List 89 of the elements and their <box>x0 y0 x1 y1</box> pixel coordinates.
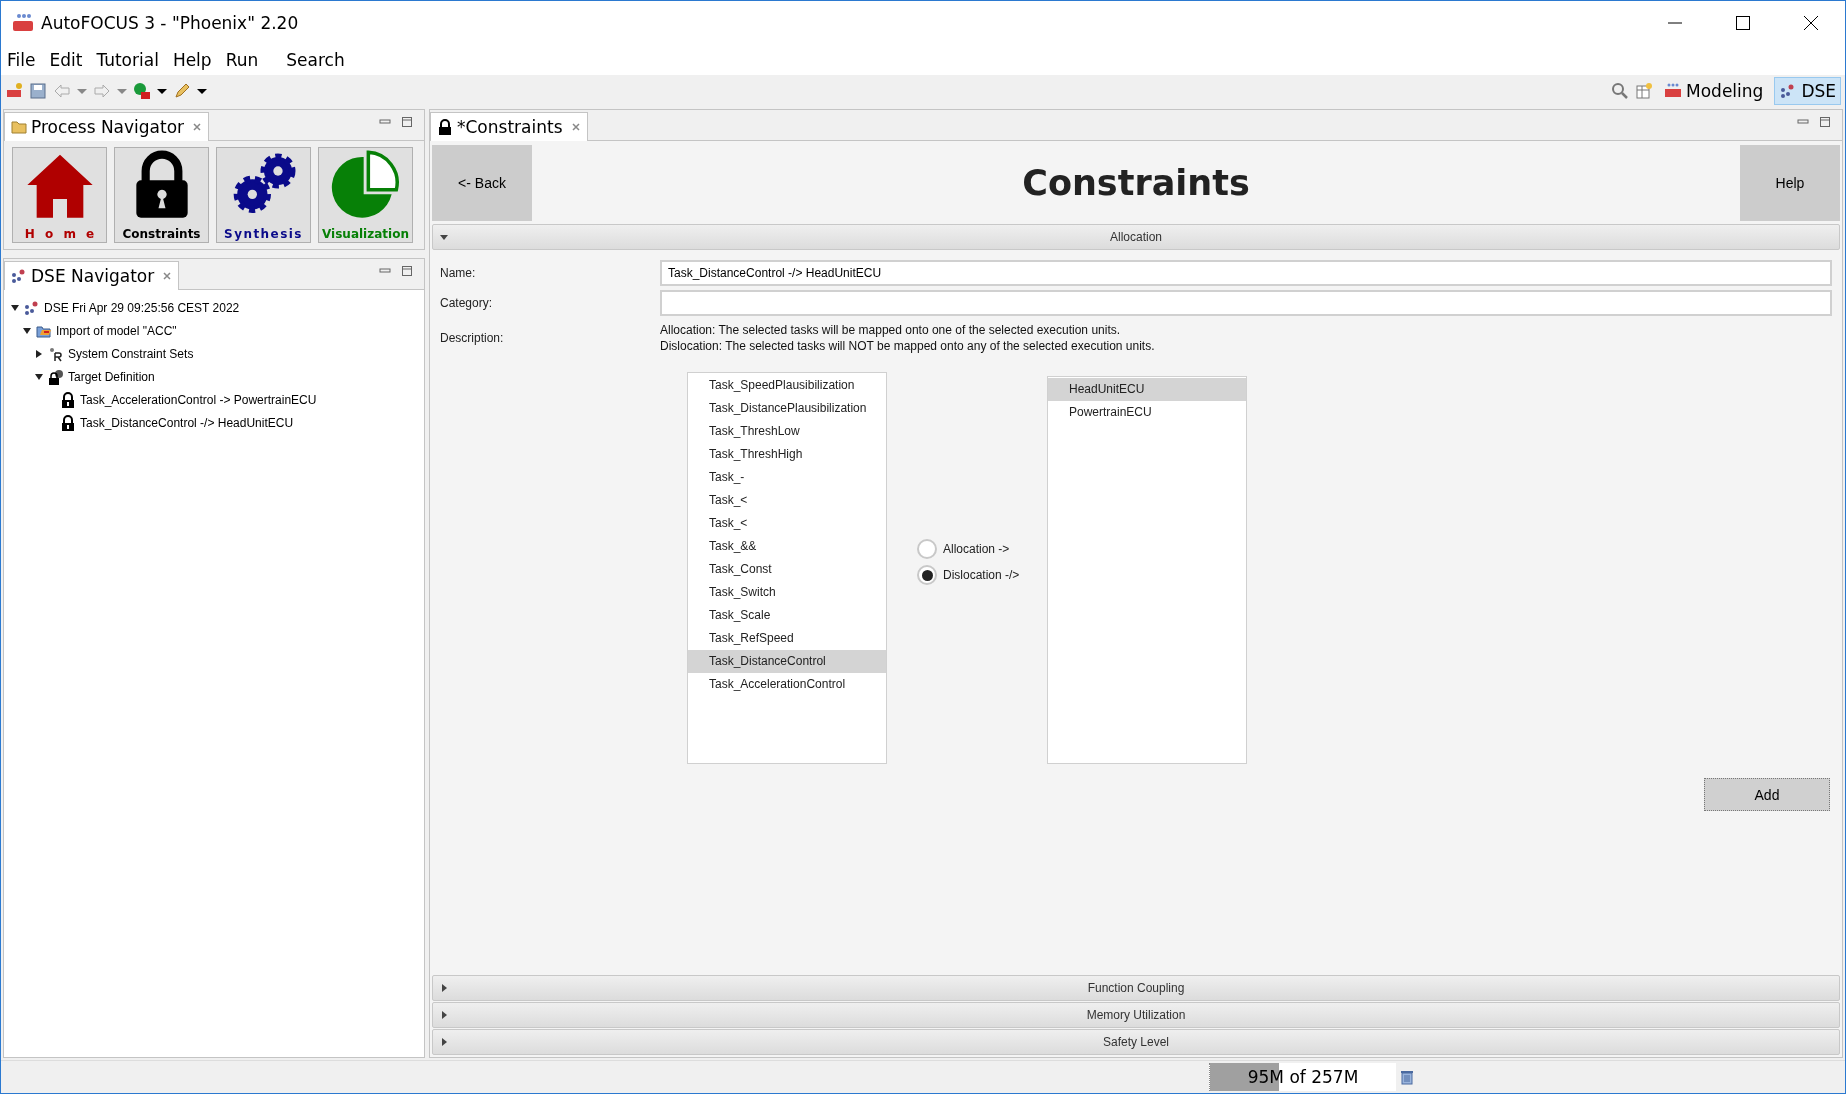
expand-toggle-icon[interactable] <box>22 325 32 336</box>
list-item[interactable]: Task_< <box>688 489 886 512</box>
list-item[interactable]: Task_Const <box>688 558 886 581</box>
save-icon[interactable] <box>29 82 47 100</box>
constraint-sets-icon <box>48 345 64 362</box>
run-icon[interactable] <box>133 82 151 100</box>
section-header[interactable]: Safety Level <box>432 1029 1840 1055</box>
caret-icon <box>439 1037 449 1047</box>
trash-icon[interactable] <box>1400 1069 1414 1085</box>
menu-item[interactable]: Tutorial <box>96 50 159 70</box>
step-label: Constraints <box>122 227 201 241</box>
radio-label[interactable]: Allocation -> <box>943 542 1010 556</box>
list-item[interactable]: Task_DistanceControl <box>688 650 886 673</box>
expand-toggle-icon[interactable] <box>34 348 44 359</box>
app-logo-icon <box>1664 82 1683 100</box>
dots-icon <box>24 299 40 316</box>
caret-icon <box>439 232 449 242</box>
lock-target-icon <box>48 368 64 385</box>
pen-icon[interactable] <box>173 82 191 100</box>
folder-icon <box>11 119 27 135</box>
close-icon[interactable] <box>1803 15 1819 31</box>
section-header[interactable]: Function Coupling <box>432 975 1840 1001</box>
tree-item[interactable]: System Constraint Sets <box>68 346 194 361</box>
menu-item[interactable]: Search <box>286 50 345 70</box>
tree-item[interactable]: Target Definition <box>68 369 155 384</box>
list-item[interactable]: Task_Switch <box>688 581 886 604</box>
perspective-button[interactable]: DSE <box>1774 77 1841 105</box>
tree-item[interactable]: Task_AccelerationControl -> PowertrainECU <box>80 392 317 407</box>
caret-icon <box>439 1010 449 1020</box>
app-logo-icon[interactable] <box>5 82 23 100</box>
list-item[interactable]: Task_ThreshLow <box>688 420 886 443</box>
caret-icon[interactable] <box>197 86 207 96</box>
radio-label[interactable]: Dislocation -/> <box>943 568 1020 582</box>
back-arrow-icon[interactable] <box>53 82 71 100</box>
list-item[interactable]: Task_&& <box>688 535 886 558</box>
window-title: AutoFOCUS 3 - "Phoenix" 2.20 <box>41 13 299 33</box>
page-heading: Constraints <box>1021 163 1251 203</box>
menu-item[interactable]: Help <box>172 50 212 70</box>
list-item[interactable]: Task_SpeedPlausibilization <box>688 374 886 397</box>
name-field[interactable]: Task_DistanceControl -/> HeadUnitECU <box>660 260 1832 286</box>
list-item[interactable]: Task_DistancePlausibilization <box>688 397 886 420</box>
step-label: Home <box>24 227 105 241</box>
field-label: Name: <box>440 266 477 280</box>
menu-item[interactable]: File <box>7 50 36 70</box>
menu-item[interactable]: Run <box>225 50 259 70</box>
step-label: Visualization <box>322 227 409 241</box>
process-step-button[interactable]: Constraints <box>114 147 209 243</box>
field-label: Category: <box>440 296 494 310</box>
list-item[interactable]: Task_- <box>688 466 886 489</box>
process-step-button[interactable]: Visualization <box>318 147 413 243</box>
tree-item[interactable]: Task_DistanceControl -/> HeadUnitECU <box>80 415 294 430</box>
expand-toggle-icon[interactable] <box>34 371 44 382</box>
forward-arrow-icon[interactable] <box>93 82 111 100</box>
perspective-button[interactable]: Modeling <box>1659 77 1769 105</box>
back-button[interactable]: <- Back <box>432 145 532 221</box>
radio-button[interactable] <box>917 565 937 585</box>
process-step-button[interactable]: Synthesis <box>216 147 311 243</box>
padlock-icon <box>60 414 76 431</box>
tree-item[interactable]: DSE Fri Apr 29 09:25:56 CEST 2022 <box>44 300 240 315</box>
dots-icon <box>11 268 27 284</box>
open-perspective-icon[interactable] <box>1635 82 1654 100</box>
app-logo-icon <box>11 13 35 33</box>
category-field[interactable] <box>660 290 1832 316</box>
list-item[interactable]: HeadUnitECU <box>1048 378 1246 401</box>
padlock-icon <box>60 391 76 408</box>
add-button[interactable]: Add <box>1704 778 1830 811</box>
step-label: Synthesis <box>224 227 303 241</box>
list-item[interactable]: PowertrainECU <box>1048 401 1246 424</box>
description-text: Dislocation: The selected tasks will NOT be mapped onto any of the selected execution units. <box>660 338 1155 354</box>
search-icon[interactable] <box>1611 82 1630 100</box>
description-text: Allocation: The selected tasks will be mapped onto one of the selected execution units. <box>660 322 1122 338</box>
radio-button[interactable] <box>917 539 937 559</box>
caret-icon[interactable] <box>157 86 167 96</box>
list-item[interactable]: Task_AccelerationControl <box>688 673 886 696</box>
list-item[interactable]: Task_ThreshHigh <box>688 443 886 466</box>
list-item[interactable]: Task_Scale <box>688 604 886 627</box>
list-item[interactable]: Task_< <box>688 512 886 535</box>
help-button[interactable]: Help <box>1740 145 1840 221</box>
menu-item[interactable]: Edit <box>49 50 83 70</box>
expand-toggle-icon[interactable] <box>10 302 20 313</box>
field-label: Description: <box>440 331 505 345</box>
list-item[interactable]: Task_RefSpeed <box>688 627 886 650</box>
tree-item[interactable]: Import of model "ACC" <box>56 323 177 338</box>
process-step-button[interactable]: Home <box>12 147 107 243</box>
section-header[interactable]: Memory Utilization <box>432 1002 1840 1028</box>
caret-icon <box>439 983 449 993</box>
padlock-icon <box>437 119 453 135</box>
section-header[interactable]: Allocation <box>432 224 1840 250</box>
maximize-icon[interactable] <box>1735 15 1751 31</box>
